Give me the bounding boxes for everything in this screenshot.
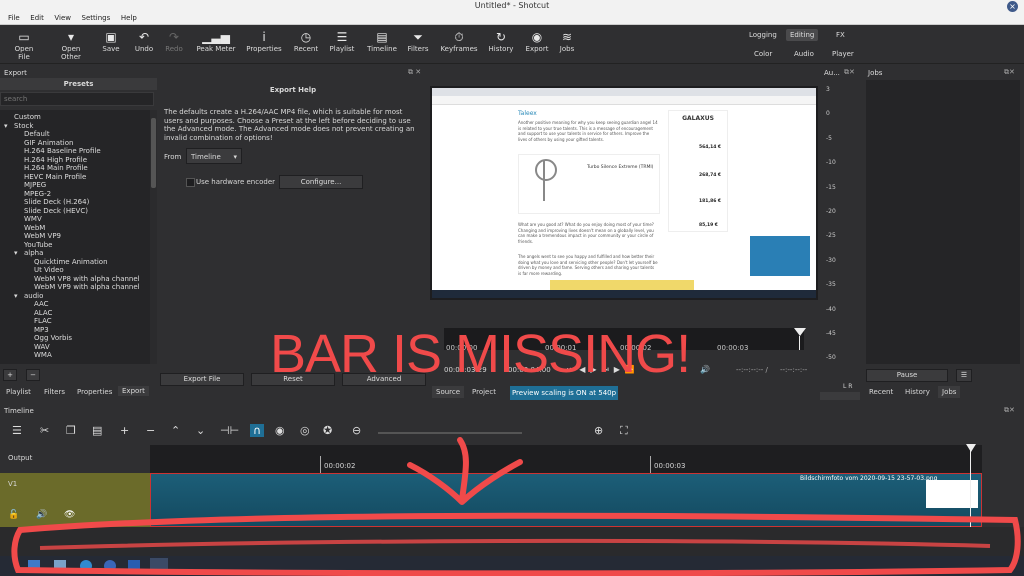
annotation-drawing [11,437,1021,576]
